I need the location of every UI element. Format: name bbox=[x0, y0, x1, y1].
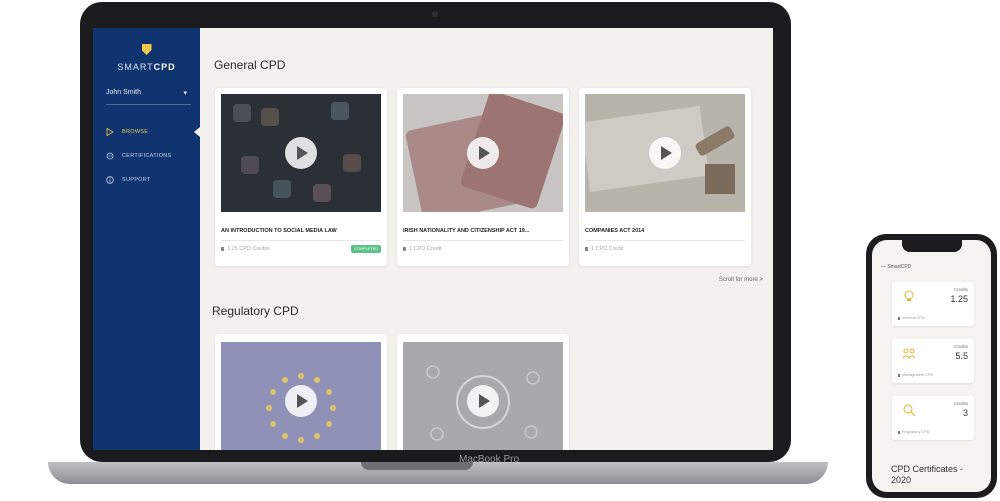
credits-label: Credits bbox=[953, 287, 968, 292]
user-name: John Smith bbox=[106, 89, 142, 96]
credit-card-regulatory[interactable]: Credits 3 Regulatory CPD bbox=[892, 396, 974, 440]
play-icon bbox=[479, 146, 490, 160]
credits-value: 1.25 bbox=[950, 294, 968, 304]
play-icon bbox=[661, 146, 672, 160]
course-credit: 1 CPD Credit bbox=[585, 246, 623, 252]
play-button[interactable] bbox=[649, 137, 681, 169]
course-thumbnail[interactable] bbox=[221, 342, 381, 450]
scroll-for-more-link[interactable]: Scroll for more > bbox=[719, 277, 763, 283]
sidebar-item-certifications[interactable]: CERTIFICATIONS bbox=[93, 144, 200, 168]
sidebar-item-label: BROWSE bbox=[122, 129, 149, 135]
user-menu[interactable]: John Smith ▾ bbox=[106, 89, 191, 105]
course-title: IRISH NATIONALITY AND CITIZENSHIP ACT 19… bbox=[403, 228, 563, 241]
lightbulb-icon bbox=[902, 289, 916, 303]
people-icon bbox=[902, 346, 916, 360]
bookmark-icon bbox=[585, 247, 588, 251]
course-title: AN INTRODUCTION TO SOCIAL MEDIA LAW bbox=[221, 228, 381, 241]
play-icon bbox=[479, 394, 490, 408]
phone-notch bbox=[902, 240, 962, 252]
course-card[interactable] bbox=[397, 334, 569, 450]
play-icon bbox=[297, 394, 308, 408]
sidebar-item-browse[interactable]: BROWSE bbox=[93, 120, 200, 144]
credits-label: Credits bbox=[953, 401, 968, 406]
phone: — SmartCPD Credits 1.25 General CPD Cred… bbox=[866, 234, 997, 498]
credits-label: Credits bbox=[953, 344, 968, 349]
play-button[interactable] bbox=[467, 385, 499, 417]
camera bbox=[432, 11, 438, 17]
laptop-base bbox=[48, 462, 828, 484]
play-button[interactable] bbox=[285, 385, 317, 417]
course-card[interactable]: AN INTRODUCTION TO SOCIAL MEDIA LAW 1.25… bbox=[215, 88, 387, 266]
bookmark-icon bbox=[898, 373, 900, 377]
play-button[interactable] bbox=[285, 137, 317, 169]
course-card[interactable] bbox=[215, 334, 387, 450]
course-title: COMPANIES ACT 2014 bbox=[585, 228, 745, 241]
course-credit: 1 CPD Credit bbox=[403, 246, 441, 252]
laptop-lid: SMARTCPD John Smith ▾ BROWSE CERTIFICATI… bbox=[80, 2, 791, 465]
credits-value: 5.5 bbox=[955, 351, 968, 361]
play-icon bbox=[297, 146, 308, 160]
play-button[interactable] bbox=[467, 137, 499, 169]
sidebar-item-label: SUPPORT bbox=[122, 177, 151, 183]
section-title-regulatory: Regulatory CPD bbox=[212, 304, 299, 318]
shield-icon bbox=[141, 44, 152, 55]
bookmark-icon bbox=[898, 316, 900, 320]
sidebar-item-label: CERTIFICATIONS bbox=[122, 153, 172, 159]
sidebar: SMARTCPD John Smith ▾ BROWSE CERTIFICATI… bbox=[93, 28, 200, 450]
phone-screen: — SmartCPD Credits 1.25 General CPD Cred… bbox=[872, 240, 991, 492]
credit-card-management[interactable]: Credits 5.5 Management CPD bbox=[892, 339, 974, 383]
laptop-notch bbox=[361, 462, 473, 470]
course-thumbnail[interactable] bbox=[221, 94, 381, 212]
course-thumbnail[interactable] bbox=[403, 94, 563, 212]
magnifier-icon bbox=[902, 403, 916, 417]
badge-icon bbox=[106, 152, 114, 160]
play-outline-icon bbox=[106, 128, 114, 136]
logo[interactable]: SMARTCPD bbox=[93, 42, 200, 72]
sidebar-nav: BROWSE CERTIFICATIONS SUPPORT bbox=[93, 120, 200, 192]
bookmark-icon bbox=[898, 430, 900, 434]
course-card[interactable]: IRISH NATIONALITY AND CITIZENSHIP ACT 19… bbox=[397, 88, 569, 266]
credit-card-general[interactable]: Credits 1.25 General CPD bbox=[892, 282, 974, 326]
bookmark-icon bbox=[403, 247, 406, 251]
course-card[interactable]: COMPANIES ACT 2014 1 CPD Credit bbox=[579, 88, 751, 266]
course-credit: 1.25 CPD Credits bbox=[221, 246, 270, 252]
course-thumbnail[interactable] bbox=[585, 94, 745, 212]
bookmark-icon bbox=[221, 247, 224, 251]
status-badge: COMPLETED bbox=[351, 245, 381, 253]
phone-header: — SmartCPD bbox=[881, 264, 912, 270]
credits-category: Management CPD bbox=[898, 373, 933, 377]
certificates-heading: CPD Certificates - 2020 bbox=[891, 464, 964, 485]
logo-text: SMARTCPD bbox=[117, 62, 176, 72]
sidebar-item-support[interactable]: SUPPORT bbox=[93, 168, 200, 192]
credits-category: General CPD bbox=[898, 316, 925, 320]
section-title-general: General CPD bbox=[214, 58, 286, 72]
credits-value: 3 bbox=[962, 408, 968, 418]
main-content: General CPD AN INTRODUCTION TO SOCIAL ME… bbox=[200, 28, 773, 450]
course-thumbnail[interactable] bbox=[403, 342, 563, 450]
laptop-screen: SMARTCPD John Smith ▾ BROWSE CERTIFICATI… bbox=[93, 28, 773, 450]
credits-category: Regulatory CPD bbox=[898, 430, 929, 434]
chevron-down-icon: ▾ bbox=[183, 90, 187, 97]
info-icon bbox=[106, 176, 114, 184]
